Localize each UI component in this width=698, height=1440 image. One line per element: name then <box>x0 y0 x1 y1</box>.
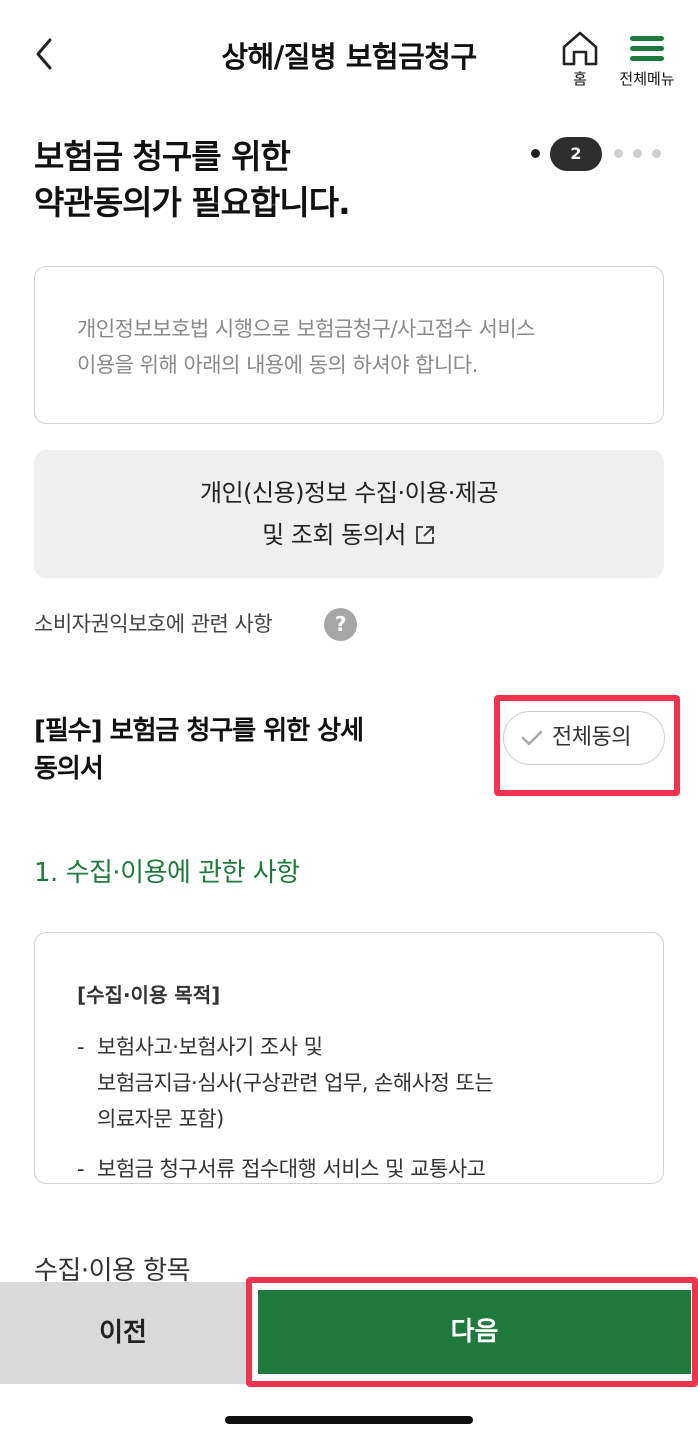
consent-document-line2-text: 및 조회 동의서 <box>262 521 406 549</box>
privacy-notice-line2: 이용을 위해 아래의 내용에 동의 하셔야 합니다. <box>77 353 478 377</box>
consumer-rights-label: 소비자권익보호에 관련 사항 <box>34 612 273 636</box>
next-button[interactable]: 다음 <box>258 1290 691 1374</box>
privacy-notice-box: 개인정보보호법 시행으로 보험금청구/사고접수 서비스 이용을 위해 아래의 내… <box>34 266 664 424</box>
consent-document-button[interactable]: 개인(신용)정보 수집·이용·제공 및 조회 동의서 <box>34 450 664 578</box>
step-dot-pending <box>633 149 642 158</box>
current-step-pill: 2 <box>550 137 602 171</box>
home-label: 홈 <box>573 70 587 88</box>
privacy-notice-line1: 개인정보보호법 시행으로 보험금청구/사고접수 서비스 <box>77 317 535 341</box>
home-indicator-bar <box>225 1416 473 1424</box>
purpose-label: [수집·이용 목적] <box>77 983 221 1007</box>
list-item-line: 보험금 청구서류 접수대행 서비스 및 교통사고 <box>97 1157 486 1181</box>
privacy-notice-text: 개인정보보호법 시행으로 보험금청구/사고접수 서비스 이용을 위해 아래의 내… <box>77 311 637 383</box>
all-menu-label: 전체메뉴 <box>619 70 675 88</box>
required-consent-title: [필수] 보험금 청구를 위한 상세 동의서 <box>34 712 434 788</box>
step-dot-pending <box>614 149 623 158</box>
list-item-line: 보험금지급·심사(구상관련 업무, 손해사정 또는 <box>97 1071 494 1095</box>
agree-all-label: 전체동의 <box>552 725 631 750</box>
required-consent-title-line1: [필수] 보험금 청구를 위한 상세 <box>34 716 364 746</box>
help-icon[interactable]: ? <box>324 608 357 641</box>
page-title-line2: 약관동의가 필요합니다. <box>34 183 351 222</box>
terms-scroll-box[interactable]: [수집·이용 목적] - 보험사고·보험사기 조사 및 보험금지급·심사(구상관… <box>34 932 664 1184</box>
section-heading-collection-use: 1. 수집·이용에 관한 사항 <box>34 858 300 888</box>
step-dot-completed <box>531 149 540 158</box>
progress-stepper: 2 <box>528 137 668 171</box>
home-button[interactable]: 홈 <box>556 30 604 92</box>
prev-button[interactable]: 이전 <box>0 1282 246 1384</box>
list-item-line: 의료자문 포함) <box>97 1107 224 1131</box>
all-menu-button[interactable]: 전체메뉴 <box>612 30 682 92</box>
required-consent-title-line2: 동의서 <box>34 754 104 784</box>
list-item-dash: - <box>77 1157 85 1181</box>
consent-document-line1: 개인(신용)정보 수집·이용·제공 <box>199 479 499 507</box>
list-item-line: 보험사고·보험사기 조사 및 <box>97 1035 323 1059</box>
external-link-icon <box>415 526 434 544</box>
app-header: 상해/질병 보험금청구 홈 전체메뉴 <box>0 0 698 110</box>
step-dot-pending <box>652 149 661 158</box>
consent-document-line2: 및 조회 동의서 <box>34 514 664 556</box>
consumer-rights-link[interactable]: 소비자권익보호에 관련 사항 ? <box>34 606 357 642</box>
page-title: 보험금 청구를 위한 약관동의가 필요합니다. <box>34 134 351 226</box>
hamburger-menu-icon <box>630 36 664 61</box>
home-icon <box>562 31 598 66</box>
page-title-line1: 보험금 청구를 위한 <box>34 137 291 176</box>
agree-all-button[interactable]: 전체동의 <box>503 711 665 765</box>
list-item-dash: - <box>77 1035 85 1059</box>
check-icon <box>521 730 543 746</box>
